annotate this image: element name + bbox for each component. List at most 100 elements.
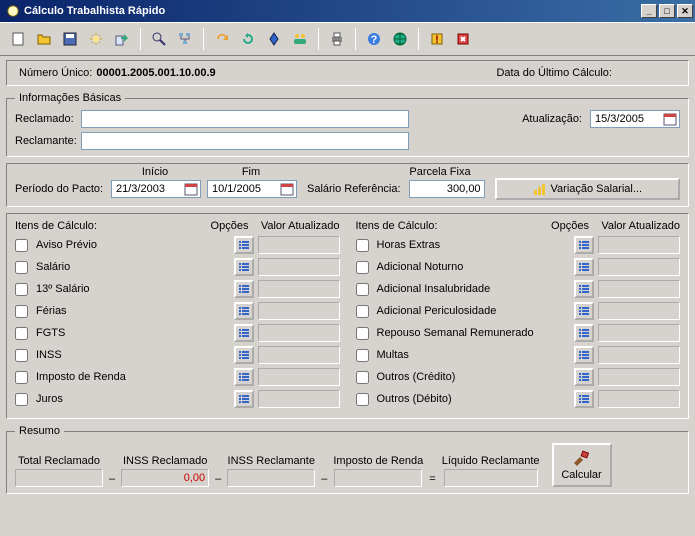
item-checkbox[interactable] bbox=[15, 261, 28, 274]
salario-label: Salário Referência: bbox=[307, 183, 401, 195]
item-row: Multas bbox=[356, 346, 681, 364]
resumo-group: Resumo Total Reclamado – INSS Reclamado … bbox=[6, 425, 689, 494]
item-row: FGTS bbox=[15, 324, 340, 342]
item-checkbox[interactable] bbox=[15, 283, 28, 296]
item-checkbox[interactable] bbox=[15, 349, 28, 362]
maximize-button[interactable]: □ bbox=[659, 4, 675, 18]
item-options-button[interactable] bbox=[234, 258, 254, 276]
item-row: Adicional Insalubridade bbox=[356, 280, 681, 298]
open-button[interactable] bbox=[32, 27, 56, 51]
help-button[interactable]: ? bbox=[362, 27, 386, 51]
item-options-button[interactable] bbox=[574, 236, 594, 254]
item-options-button[interactable] bbox=[574, 302, 594, 320]
item-row: Salário bbox=[15, 258, 340, 276]
save-button[interactable] bbox=[58, 27, 82, 51]
calendar-icon[interactable] bbox=[663, 112, 677, 126]
parcela-input[interactable] bbox=[409, 180, 485, 198]
item-label: Adicional Noturno bbox=[377, 261, 571, 273]
new-button[interactable] bbox=[6, 27, 30, 51]
item-options-button[interactable] bbox=[234, 302, 254, 320]
item-value bbox=[258, 280, 340, 298]
wizard-button[interactable] bbox=[84, 27, 108, 51]
atualizacao-label: Atualização: bbox=[522, 113, 582, 125]
tree-icon bbox=[177, 31, 193, 47]
calcular-button[interactable]: Calcular bbox=[552, 443, 612, 487]
item-checkbox[interactable] bbox=[356, 371, 369, 384]
basic-group: Informações Básicas Reclamado: Atualizaç… bbox=[6, 92, 689, 157]
item-value bbox=[598, 324, 680, 342]
item-row: Outros (Débito) bbox=[356, 390, 681, 408]
item-checkbox[interactable] bbox=[356, 239, 369, 252]
item-value bbox=[258, 302, 340, 320]
variacao-salarial-button[interactable]: Variação Salarial... bbox=[495, 178, 680, 200]
warn-button[interactable]: ! bbox=[425, 27, 449, 51]
item-options-button[interactable] bbox=[234, 390, 254, 408]
item-checkbox[interactable] bbox=[15, 371, 28, 384]
imposto-label: Imposto de Renda bbox=[333, 455, 423, 467]
item-checkbox[interactable] bbox=[15, 327, 28, 340]
reclamante-input[interactable] bbox=[81, 132, 409, 150]
item-label: Multas bbox=[377, 349, 571, 361]
diamond-button[interactable] bbox=[262, 27, 286, 51]
tree-button[interactable] bbox=[173, 27, 197, 51]
item-row: Outros (Crédito) bbox=[356, 368, 681, 386]
refresh-button[interactable] bbox=[236, 27, 260, 51]
imposto-value bbox=[334, 469, 422, 487]
item-options-button[interactable] bbox=[234, 368, 254, 386]
item-checkbox[interactable] bbox=[356, 261, 369, 274]
list-icon bbox=[238, 305, 250, 317]
resumo-legend: Resumo bbox=[15, 425, 64, 437]
item-options-button[interactable] bbox=[574, 368, 594, 386]
globe-button[interactable] bbox=[388, 27, 412, 51]
item-value bbox=[598, 280, 680, 298]
warn-icon: ! bbox=[429, 31, 445, 47]
minimize-button[interactable]: _ bbox=[641, 4, 657, 18]
item-options-button[interactable] bbox=[234, 324, 254, 342]
export-button[interactable] bbox=[110, 27, 134, 51]
item-checkbox[interactable] bbox=[356, 327, 369, 340]
numero-unico-label: Número Único: bbox=[19, 67, 92, 79]
list-icon bbox=[578, 349, 590, 361]
inicio-input[interactable]: 21/3/2003 bbox=[111, 180, 201, 198]
item-checkbox[interactable] bbox=[356, 305, 369, 318]
item-row: 13º Salário bbox=[15, 280, 340, 298]
item-options-button[interactable] bbox=[574, 280, 594, 298]
item-options-button[interactable] bbox=[234, 346, 254, 364]
fim-input[interactable]: 10/1/2005 bbox=[207, 180, 297, 198]
item-value bbox=[258, 258, 340, 276]
export-icon bbox=[114, 31, 130, 47]
item-row: INSS bbox=[15, 346, 340, 364]
svg-text:?: ? bbox=[371, 34, 378, 46]
calendar-icon[interactable] bbox=[280, 182, 294, 196]
list-icon bbox=[238, 283, 250, 295]
zoom-button[interactable] bbox=[147, 27, 171, 51]
list-icon bbox=[578, 239, 590, 251]
redo-button[interactable] bbox=[210, 27, 234, 51]
item-checkbox[interactable] bbox=[356, 349, 369, 362]
list-icon bbox=[238, 327, 250, 339]
item-options-button[interactable] bbox=[234, 280, 254, 298]
item-checkbox[interactable] bbox=[356, 393, 369, 406]
close-button[interactable]: ✕ bbox=[677, 4, 693, 18]
item-options-button[interactable] bbox=[574, 346, 594, 364]
item-options-button[interactable] bbox=[574, 258, 594, 276]
item-checkbox[interactable] bbox=[356, 283, 369, 296]
list-icon bbox=[578, 283, 590, 295]
app-icon bbox=[6, 4, 20, 18]
calendar-icon[interactable] bbox=[184, 182, 198, 196]
exit-button[interactable] bbox=[451, 27, 475, 51]
item-checkbox[interactable] bbox=[15, 239, 28, 252]
item-options-button[interactable] bbox=[574, 324, 594, 342]
print-button[interactable] bbox=[325, 27, 349, 51]
reclamado-input[interactable] bbox=[81, 110, 409, 128]
item-label: Horas Extras bbox=[377, 239, 571, 251]
item-checkbox[interactable] bbox=[15, 393, 28, 406]
item-checkbox[interactable] bbox=[15, 305, 28, 318]
periodo-label: Período do Pacto: bbox=[15, 183, 107, 195]
toolbar: ? ! bbox=[0, 22, 695, 56]
item-options-button[interactable] bbox=[574, 390, 594, 408]
item-options-button[interactable] bbox=[234, 236, 254, 254]
people-button[interactable] bbox=[288, 27, 312, 51]
item-label: 13º Salário bbox=[36, 283, 230, 295]
atualizacao-input[interactable]: 15/3/2005 bbox=[590, 110, 680, 128]
